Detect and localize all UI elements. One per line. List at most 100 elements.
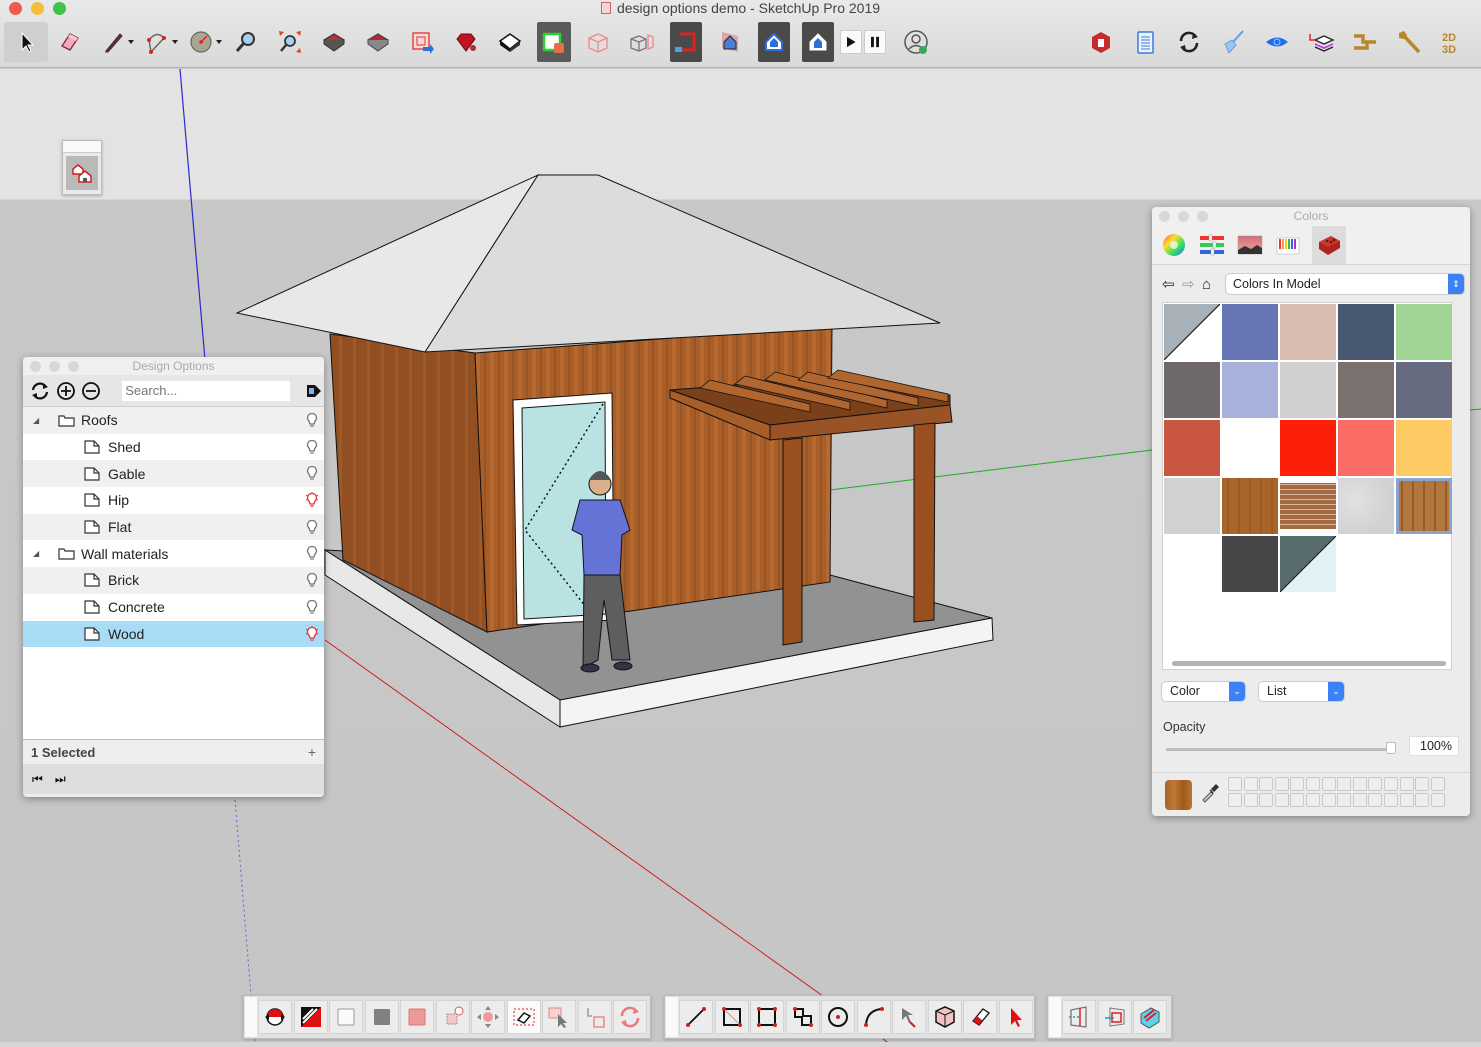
tree-option-row[interactable]: Flat <box>23 513 324 541</box>
push-pull-button[interactable] <box>927 1000 962 1034</box>
account-button[interactable] <box>894 22 938 62</box>
white-face-button[interactable] <box>329 1000 363 1034</box>
zoom-tool-button[interactable] <box>224 22 268 62</box>
rotated-rectangle-button[interactable] <box>714 1000 749 1034</box>
lightbulb-off-icon[interactable] <box>306 572 318 589</box>
house-view-tool-3-button[interactable] <box>802 22 834 62</box>
solid-tools-button[interactable] <box>620 22 664 62</box>
panel-zoom-button[interactable] <box>1197 211 1208 222</box>
freehand-button[interactable] <box>892 1000 926 1034</box>
tree-option-row[interactable]: Brick <box>23 567 324 594</box>
material-swatch[interactable] <box>1222 362 1278 418</box>
color-well[interactable] <box>1337 792 1352 807</box>
opacity-slider[interactable] <box>1166 742 1396 754</box>
refresh-tool-button[interactable] <box>1167 22 1211 62</box>
rotate-component-button[interactable] <box>613 1000 647 1034</box>
eraser-draw-button[interactable] <box>963 1000 997 1034</box>
pink-face-button[interactable] <box>400 1000 434 1034</box>
add-option-button[interactable] <box>55 380 77 402</box>
color-well[interactable] <box>1430 777 1445 791</box>
tab-color-image[interactable] <box>1236 231 1264 259</box>
export-button[interactable] <box>304 381 324 401</box>
eyedropper-button[interactable] <box>1200 783 1220 803</box>
compass-tool-button[interactable] <box>258 1000 292 1034</box>
scene-house-button[interactable] <box>66 156 98 190</box>
zoom-extents-tool-button[interactable] <box>268 22 312 62</box>
material-swatch[interactable] <box>1222 304 1278 360</box>
color-well[interactable] <box>1243 792 1258 807</box>
back-arrow-icon[interactable]: ⇦ <box>1162 275 1176 293</box>
material-swatch[interactable] <box>1222 420 1278 476</box>
play-button[interactable] <box>840 30 862 54</box>
opacity-slider-thumb[interactable] <box>1386 742 1396 754</box>
material-swatch[interactable] <box>1280 478 1336 534</box>
color-well[interactable] <box>1368 792 1383 807</box>
color-well[interactable] <box>1352 777 1367 791</box>
material-swatch[interactable] <box>1280 362 1336 418</box>
select-face-button[interactable] <box>542 1000 576 1034</box>
color-well[interactable] <box>1305 792 1320 807</box>
house-view-tool-2-button[interactable] <box>758 22 790 62</box>
toolbar-grip[interactable] <box>666 997 678 1037</box>
lightbulb-off-icon[interactable] <box>306 465 318 482</box>
magnet-tool-button[interactable] <box>670 22 702 62</box>
view-mode-select[interactable]: List ⌄ <box>1259 682 1344 701</box>
color-well[interactable] <box>1368 777 1383 791</box>
material-swatch[interactable] <box>1164 304 1220 360</box>
material-collection-select[interactable]: Colors In Model ⇕ <box>1226 274 1464 294</box>
lightbulb-off-icon[interactable] <box>306 412 318 429</box>
color-well[interactable] <box>1274 777 1289 791</box>
color-well[interactable] <box>1399 792 1414 807</box>
rectangle-button[interactable] <box>750 1000 784 1034</box>
material-swatch[interactable] <box>1164 420 1220 476</box>
lightbulb-off-icon[interactable] <box>306 519 318 536</box>
erase-geometry-button[interactable] <box>506 1000 541 1034</box>
panel-minimize-button[interactable] <box>49 361 60 372</box>
color-well[interactable] <box>1290 777 1305 791</box>
disclosure-triangle-icon[interactable]: ◢ <box>33 416 39 425</box>
extension-manager-tool-button[interactable] <box>1079 22 1123 62</box>
color-well[interactable] <box>1305 777 1320 791</box>
lightbulb-off-icon[interactable] <box>306 599 318 616</box>
panel-minimize-button[interactable] <box>1178 211 1189 222</box>
material-swatch[interactable] <box>1396 478 1452 534</box>
visibility-tool-button[interactable] <box>1255 22 1299 62</box>
arc-tool-button[interactable] <box>136 22 180 62</box>
disclosure-triangle-icon[interactable]: ◢ <box>33 549 39 558</box>
move-tool-button[interactable] <box>471 1000 505 1034</box>
notes-tool-button[interactable] <box>1123 22 1167 62</box>
color-well[interactable] <box>1228 792 1242 807</box>
select-arrow-button[interactable] <box>998 1000 1033 1034</box>
forward-arrow-icon[interactable]: ⇨ <box>1182 275 1196 293</box>
color-well[interactable] <box>1321 792 1336 807</box>
material-swatch[interactable] <box>1222 478 1278 534</box>
layers-tool-button[interactable] <box>1299 22 1343 62</box>
component-options-button[interactable] <box>435 1000 470 1034</box>
share-model-tool-button[interactable] <box>356 22 400 62</box>
arc-draw-button[interactable] <box>856 1000 891 1034</box>
material-swatch[interactable] <box>1396 304 1452 360</box>
eraser-tool-button[interactable] <box>48 22 92 62</box>
remove-option-button[interactable] <box>81 380 103 402</box>
toolbar-grip[interactable] <box>1049 997 1061 1037</box>
refresh-button[interactable] <box>29 380 51 402</box>
tree-option-row[interactable]: Concrete <box>23 594 324 621</box>
house-view-tool-button[interactable] <box>708 22 752 62</box>
opacity-value-field[interactable]: 100% <box>1409 736 1459 756</box>
color-well[interactable] <box>1321 777 1336 791</box>
color-well[interactable] <box>1415 777 1430 791</box>
material-swatch[interactable] <box>1222 536 1278 592</box>
color-well[interactable] <box>1259 777 1274 791</box>
current-material-swatch[interactable] <box>1165 780 1192 810</box>
color-well[interactable] <box>1383 792 1398 807</box>
color-well[interactable] <box>1430 792 1445 807</box>
tree-option-row[interactable]: Hip <box>23 487 324 514</box>
material-swatch[interactable] <box>1164 362 1220 418</box>
expand-status-button[interactable]: + <box>308 744 316 760</box>
section-fill-button[interactable] <box>1133 1000 1167 1034</box>
color-well[interactable] <box>1352 792 1367 807</box>
color-well[interactable] <box>1290 792 1305 807</box>
horizontal-scrollbar[interactable] <box>1172 661 1446 666</box>
style-tool-button[interactable] <box>293 1000 328 1034</box>
tree-option-row[interactable]: Wood <box>23 620 324 648</box>
